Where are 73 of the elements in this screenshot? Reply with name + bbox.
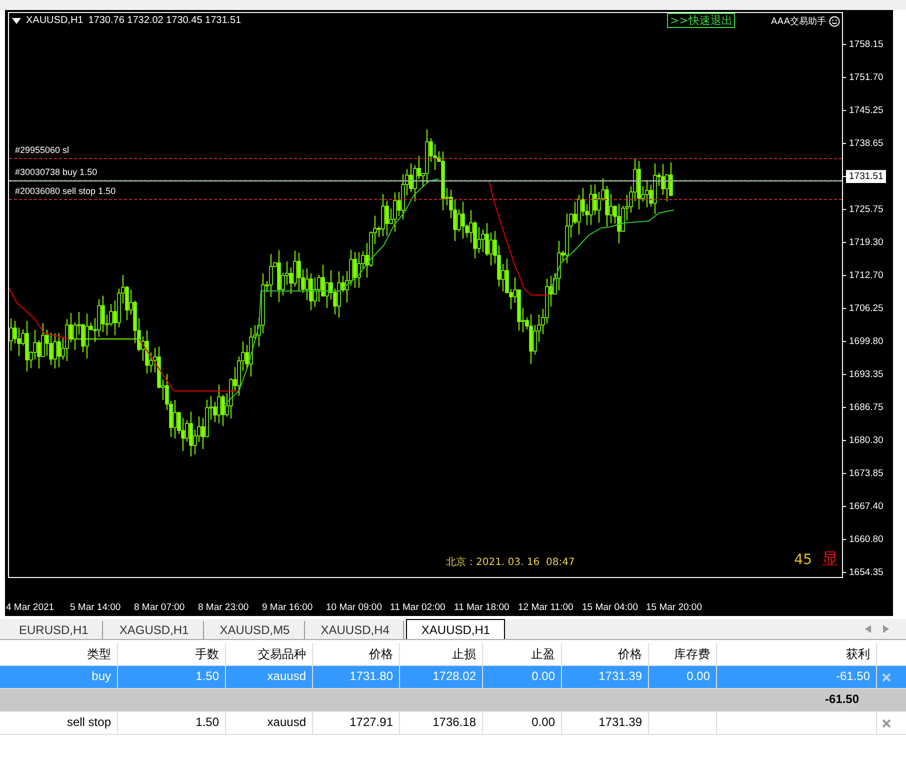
counter-value: 45 <box>794 552 812 568</box>
time-label: 11 Mar 02:00 <box>390 601 446 615</box>
table-cell: xauusd <box>267 715 306 729</box>
scroll-right-icon[interactable] <box>883 625 889 633</box>
price-label: 1686.75 <box>849 401 884 414</box>
table-cell: 1731.80 <box>350 669 393 683</box>
table-cell: 1728.02 <box>432 669 476 683</box>
table-cell: 1.50 <box>196 669 219 683</box>
total-row[interactable]: -61.50 <box>0 689 906 712</box>
order-label: #30030738 buy 1.50 <box>15 167 98 177</box>
scroll-left-icon[interactable] <box>865 625 871 633</box>
table-cell: 1731.39 <box>598 715 642 729</box>
order-label: #20036080 sell stop 1.50 <box>15 186 116 196</box>
table-cell: 0.00 <box>686 669 710 683</box>
price-label: 1699.80 <box>849 335 884 348</box>
time-label: 11 Mar 18:00 <box>454 601 510 615</box>
time-label: 15 Mar 04:00 <box>582 601 639 615</box>
price-label: 1680.30 <box>849 434 884 447</box>
close-icon[interactable] <box>882 672 891 682</box>
order-label: #29955060 sl <box>15 145 70 155</box>
column-header[interactable]: 类型 <box>0 643 118 665</box>
price-label: 1706.25 <box>849 302 884 315</box>
price-label: 1673.85 <box>849 467 884 480</box>
price-label: 1738.65 <box>849 137 884 150</box>
column-header[interactable]: 获利 <box>717 643 877 665</box>
column-header[interactable]: 止盈 <box>483 643 562 665</box>
time-label: 5 Mar 14:00 <box>70 601 122 615</box>
current-price-label: 1731.51 <box>846 170 886 183</box>
quick-exit-button[interactable]: >>快速退出 <box>667 13 736 28</box>
time-label: 15 Mar 20:00 <box>646 601 703 615</box>
time-label: 4 Mar 2021 <box>6 601 56 615</box>
time-label: 10 Mar 09:00 <box>326 601 383 615</box>
table-cell: sell stop <box>66 715 111 729</box>
order-row[interactable]: sell stop 1.50 xauusd 1727.91 1736.18 0.00 1731.39 <box>0 712 906 735</box>
time-label: 12 Mar 11:00 <box>518 601 574 615</box>
price-label: 1725.75 <box>849 203 884 216</box>
time-label: 9 Mar 16:00 <box>262 601 314 615</box>
column-header[interactable]: 库存费 <box>649 643 717 665</box>
column-header[interactable]: 止损 <box>400 643 483 665</box>
table-cell: 0.00 <box>532 669 555 683</box>
table-cell: -61.50 <box>836 669 870 683</box>
column-header[interactable]: 价格 <box>562 643 649 665</box>
price-label: 1745.25 <box>849 104 884 117</box>
total-profit: -61.50 <box>824 692 859 706</box>
price-label: 1654.35 <box>849 566 884 579</box>
column-header[interactable]: 交易品种 <box>226 643 313 665</box>
price-label: 1751.70 <box>849 71 884 84</box>
dropdown-icon[interactable] <box>12 18 21 24</box>
close-icon[interactable] <box>882 718 891 728</box>
table-cell: 1727.91 <box>350 715 393 729</box>
table-cell: xauusd <box>267 669 306 683</box>
price-label: 1758.15 <box>849 38 884 51</box>
chart-symbol: XAUUSD,H1 <box>26 15 84 26</box>
price-label: 1660.80 <box>849 533 884 546</box>
column-header[interactable]: 手数 <box>118 643 226 665</box>
time-label: 8 Mar 07:00 <box>134 601 186 615</box>
price-label: 1693.35 <box>849 368 884 381</box>
table-cell: 0.00 <box>532 715 555 729</box>
price-label: 1719.30 <box>849 236 884 249</box>
smiley-icon <box>829 16 840 27</box>
display-toggle-button[interactable]: 显 <box>822 549 838 570</box>
column-header[interactable]: 价格 <box>313 643 400 665</box>
beijing-clock: 北京：2021. 03. 16 08:47 <box>446 556 575 569</box>
table-cell: 1731.39 <box>598 669 642 683</box>
chart-quote: 1730.76 1732.02 1730.45 1731.51 <box>88 15 242 26</box>
price-label: 1667.40 <box>849 500 884 513</box>
assistant-label: AAA交易助手 <box>771 16 826 28</box>
chart-tab[interactable]: XAUUSD,H1 <box>406 619 506 639</box>
table-cell: 1.50 <box>196 715 219 729</box>
table-cell: 1736.18 <box>432 715 476 729</box>
table-cell: buy <box>92 669 111 683</box>
time-label: 8 Mar 23:00 <box>198 601 250 615</box>
price-label: 1712.70 <box>849 269 884 282</box>
